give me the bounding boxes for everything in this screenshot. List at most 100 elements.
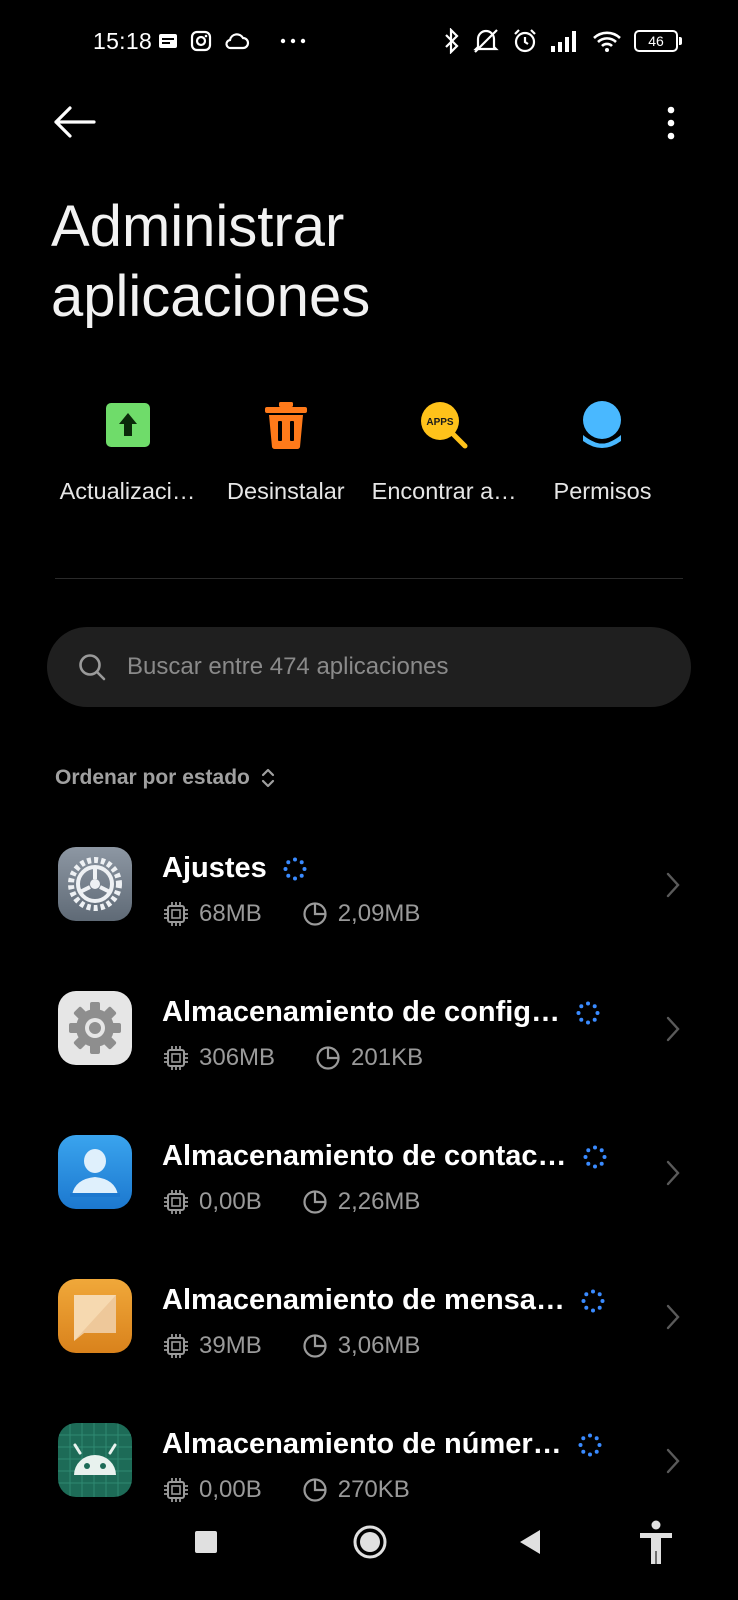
home-circle-icon[interactable] <box>352 1524 388 1560</box>
storage-value: 2,09MB <box>337 900 421 927</box>
pie-storage-icon <box>303 1190 327 1214</box>
quick-action-find-apps[interactable]: APPS Encontrar a… <box>367 398 522 505</box>
chevron-right-icon <box>666 1304 680 1330</box>
status-left-icons <box>158 30 306 52</box>
app-name-text: Almacenamiento de númer… <box>162 1428 562 1460</box>
app-name: Almacenamiento de contac… <box>162 1140 607 1173</box>
app-meta: 0,00B 2,26MB <box>163 1188 460 1216</box>
signal-icon <box>551 31 576 52</box>
app-name: Almacenamiento de mensa… <box>162 1284 605 1317</box>
alarm-icon <box>514 29 536 53</box>
storage-usage: 270KB <box>302 1476 410 1504</box>
pie-storage-icon <box>303 1334 327 1358</box>
app-name-text: Almacenamiento de contac… <box>162 1140 567 1172</box>
app-meta: 68MB 2,09MB <box>163 900 460 928</box>
search-icon <box>79 654 106 681</box>
back-triangle-icon[interactable] <box>518 1528 542 1556</box>
app-name-text: Ajustes <box>162 852 267 884</box>
settings-app-icon <box>58 847 132 921</box>
app-row-messages-storage[interactable]: Almacenamiento de mensa… 39MB 3,06MB <box>0 1252 738 1396</box>
accessibility-icon[interactable] <box>638 1520 674 1566</box>
app-row-numbers-storage[interactable]: Almacenamiento de númer… 0,00B 270KB <box>0 1396 738 1540</box>
trash-icon <box>259 398 313 452</box>
pie-storage-icon <box>303 902 327 926</box>
app-row-ajustes[interactable]: Ajustes 68MB 2,09MB <box>0 820 738 964</box>
app-meta: 306MB 201KB <box>163 1044 463 1072</box>
sort-selector[interactable]: Ordenar por estado <box>55 766 276 790</box>
loading-spinner-icon <box>283 857 307 880</box>
loading-spinner-icon <box>578 1433 602 1456</box>
sort-chevron-icon <box>261 768 274 788</box>
ram-value: 39MB <box>199 1332 262 1359</box>
app-row-config-storage[interactable]: Almacenamiento de config… 306MB 201KB <box>0 964 738 1108</box>
contacts-app-icon <box>58 1135 132 1209</box>
quick-action-permissions-label: Permisos <box>553 478 652 504</box>
gear-app-icon <box>58 991 132 1065</box>
pie-storage-icon <box>303 1478 327 1502</box>
back-arrow-icon[interactable] <box>52 104 96 140</box>
chip-icon <box>164 1478 188 1502</box>
battery-indicator: 46 <box>634 30 682 52</box>
messages-app-icon <box>58 1279 132 1353</box>
app-name-text: Almacenamiento de config… <box>162 996 561 1028</box>
quick-action-find-apps-label: Encontrar a… <box>371 478 517 504</box>
chevron-right-icon <box>666 1160 680 1186</box>
storage-usage: 3,06MB <box>302 1332 421 1360</box>
wifi-icon <box>593 31 621 52</box>
chevron-right-icon <box>666 1448 680 1474</box>
notification-icon <box>159 34 177 48</box>
app-name-text: Almacenamiento de mensa… <box>162 1284 565 1316</box>
ram-value: 0,00B <box>199 1476 262 1503</box>
search-input[interactable] <box>125 652 649 682</box>
more-options-icon[interactable] <box>666 106 676 140</box>
instagram-icon <box>190 30 212 52</box>
more-notifications-icon <box>280 38 306 44</box>
quick-action-uninstall[interactable]: Desinstalar <box>208 398 363 505</box>
page-title-line2: aplicaciones <box>51 264 371 329</box>
storage-value: 201KB <box>351 1044 424 1071</box>
sort-label: Ordenar por estado <box>55 766 250 789</box>
storage-value: 270KB <box>337 1476 410 1503</box>
app-row-contacts-storage[interactable]: Almacenamiento de contac… 0,00B 2,26MB <box>0 1108 738 1252</box>
status-right-icons: 46 <box>444 28 682 54</box>
mute-icon <box>473 29 499 53</box>
permissions-icon <box>575 398 629 452</box>
svg-text:APPS: APPS <box>427 417 455 428</box>
chip-icon <box>164 1334 188 1358</box>
quick-actions: Actualizaci… Desinstalar APPS Encontrar … <box>50 398 680 505</box>
storage-usage: 201KB <box>315 1044 423 1072</box>
ram-usage: 0,00B <box>163 1188 262 1216</box>
ram-usage: 306MB <box>163 1044 275 1072</box>
loading-spinner-icon <box>583 1145 606 1168</box>
search-bar[interactable] <box>47 627 691 707</box>
ram-value: 68MB <box>199 900 262 927</box>
battery-level: 46 <box>648 33 664 49</box>
update-arrow-icon <box>101 398 155 452</box>
ram-usage: 0,00B <box>163 1476 262 1504</box>
page-title: Administrar aplicaciones <box>51 192 651 332</box>
loading-spinner-icon <box>581 1289 605 1312</box>
page-title-line1: Administrar <box>51 194 345 259</box>
quick-action-updates-label: Actualizaci… <box>59 478 196 504</box>
app-meta: 0,00B 270KB <box>163 1476 450 1504</box>
ram-usage: 39MB <box>163 1332 262 1360</box>
pie-storage-icon <box>316 1046 340 1070</box>
quick-action-uninstall-label: Desinstalar <box>227 478 345 504</box>
divider <box>55 578 683 579</box>
chip-icon <box>164 1190 188 1214</box>
chip-icon <box>164 1046 188 1070</box>
app-name: Ajustes <box>162 852 307 885</box>
quick-action-updates[interactable]: Actualizaci… <box>50 398 205 505</box>
storage-usage: 2,26MB <box>302 1188 420 1216</box>
ram-value: 306MB <box>199 1044 276 1071</box>
app-meta: 39MB 3,06MB <box>163 1332 460 1360</box>
storage-usage: 2,09MB <box>302 900 421 928</box>
storage-value: 3,06MB <box>337 1332 421 1359</box>
app-name: Almacenamiento de config… <box>162 996 600 1029</box>
quick-action-permissions[interactable]: Permisos <box>525 398 680 505</box>
recents-square-icon[interactable] <box>194 1530 218 1554</box>
bluetooth-icon <box>445 28 459 54</box>
ram-usage: 68MB <box>163 900 262 928</box>
chevron-right-icon <box>666 1016 680 1042</box>
status-time: 15:18 <box>93 28 153 54</box>
